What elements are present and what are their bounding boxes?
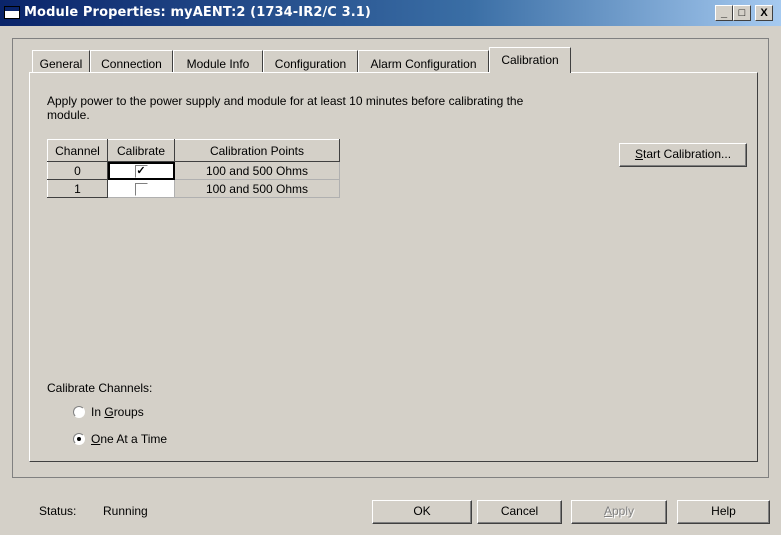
ok-button[interactable]: OK (372, 500, 472, 524)
calibration-tab-panel (29, 72, 758, 462)
start-calibration-button[interactable]: Start Calibration... (619, 143, 747, 167)
tab-alarm-configuration[interactable]: Alarm Configuration (358, 50, 489, 73)
cancel-button[interactable]: Cancel (477, 500, 562, 524)
calibrate-cell[interactable] (107, 179, 175, 198)
app-window-icon (4, 6, 20, 19)
close-button[interactable]: X (755, 5, 773, 21)
tab-configuration[interactable]: Configuration (263, 50, 358, 73)
tab-module-info[interactable]: Module Info (173, 50, 263, 73)
radio-in-groups[interactable]: In Groups (73, 405, 144, 419)
calibration-points-cell: 100 and 500 Ohms (174, 161, 340, 180)
tab-connection[interactable]: Connection (90, 50, 173, 73)
channel-cell: 1 (47, 179, 108, 198)
column-header-calibration-points[interactable]: Calibration Points (174, 139, 340, 162)
calibrate-channels-label: Calibrate Channels: (47, 381, 153, 395)
column-header-channel[interactable]: Channel (47, 139, 108, 162)
radio-button-icon[interactable] (73, 433, 85, 445)
table-row: 0 ✓ 100 and 500 Ohms (47, 161, 340, 180)
maximize-button[interactable]: □ (733, 5, 751, 21)
radio-button-icon[interactable] (73, 406, 85, 418)
table-row: 1 100 and 500 Ohms (47, 179, 340, 198)
channel-cell: 0 (47, 161, 108, 180)
status-value: Running (103, 504, 148, 518)
help-button[interactable]: Help (677, 500, 770, 524)
tab-general[interactable]: General (32, 50, 90, 73)
calibrate-cell[interactable]: ✓ (107, 161, 175, 180)
minimize-button[interactable]: _ (715, 5, 733, 21)
column-header-calibrate[interactable]: Calibrate (107, 139, 175, 162)
calibrate-checkbox[interactable]: ✓ (134, 164, 148, 178)
radio-one-at-a-time[interactable]: One At a Time (73, 432, 167, 446)
calibrate-checkbox[interactable] (134, 182, 148, 196)
title-bar[interactable]: Module Properties: myAENT:2 (1734-IR2/C … (0, 0, 781, 26)
calibration-instructions: Apply power to the power supply and modu… (47, 94, 524, 122)
window-title: Module Properties: myAENT:2 (1734-IR2/C … (24, 5, 371, 20)
status-label: Status: (39, 504, 77, 518)
tab-calibration[interactable]: Calibration (489, 47, 571, 73)
apply-button[interactable]: Apply (571, 500, 667, 524)
calibration-table: Channel Calibrate Calibration Points 0 ✓… (47, 139, 340, 198)
calibration-points-cell: 100 and 500 Ohms (174, 179, 340, 198)
